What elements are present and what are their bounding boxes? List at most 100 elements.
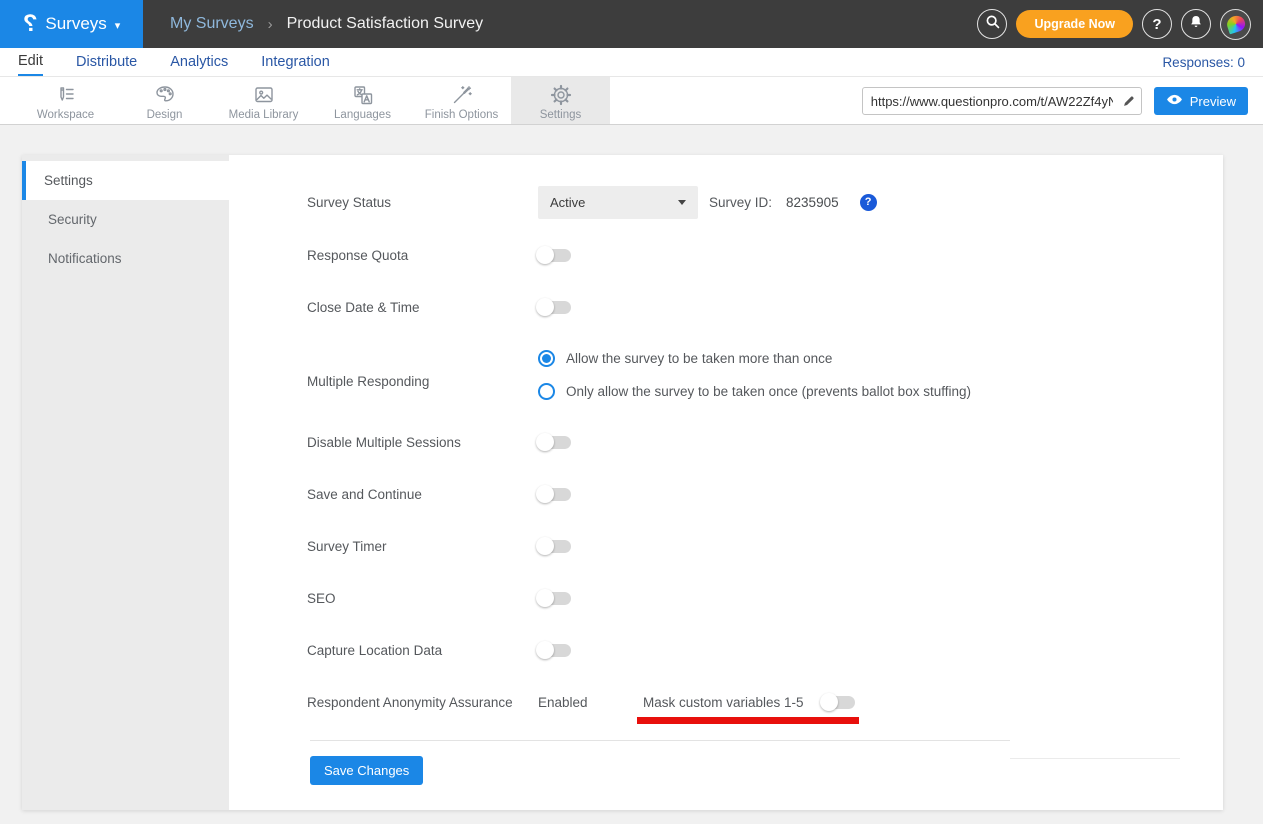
- survey-status-select[interactable]: Active: [538, 186, 698, 219]
- capture-location-label: Capture Location Data: [307, 643, 538, 658]
- divider-secondary: [1010, 758, 1180, 759]
- survey-timer-row: Survey Timer: [307, 529, 1203, 563]
- radio-option-label[interactable]: Allow the survey to be taken more than o…: [566, 351, 832, 366]
- tab-distribute[interactable]: Distribute: [76, 48, 137, 76]
- survey-status-row: Survey Status Active Survey ID: 8235905 …: [307, 185, 1203, 219]
- save-and-continue-toggle[interactable]: [538, 488, 571, 501]
- settings-card: Settings Security Notifications Survey S…: [22, 155, 1223, 810]
- divider: [310, 740, 1010, 741]
- toggle-knob: [536, 485, 554, 503]
- toggle-knob: [820, 693, 838, 711]
- breadcrumb-current-survey: Product Satisfaction Survey: [287, 15, 484, 33]
- capture-location-toggle[interactable]: [538, 644, 571, 657]
- top-header: ? Surveys ▾ My Surveys › Product Satisfa…: [0, 0, 1263, 48]
- survey-url-input[interactable]: [863, 94, 1117, 109]
- toolbar-tab-design[interactable]: Design: [115, 77, 214, 124]
- product-switcher[interactable]: ? Surveys ▾: [0, 0, 143, 48]
- header-actions: Upgrade Now ?: [977, 0, 1251, 48]
- survey-nav: Edit Distribute Analytics Integration Re…: [0, 48, 1263, 77]
- mask-custom-variables-label: Mask custom variables 1-5: [643, 695, 822, 710]
- disable-multiple-sessions-label: Disable Multiple Sessions: [307, 435, 538, 450]
- notifications-button[interactable]: [1181, 9, 1211, 39]
- anonymity-status: Enabled: [538, 695, 643, 710]
- seo-label: SEO: [307, 591, 538, 606]
- survey-url-box: [862, 87, 1142, 115]
- responses-count[interactable]: Responses: 0: [1162, 48, 1245, 76]
- toggle-knob: [536, 641, 554, 659]
- survey-id-label: Survey ID:: [709, 195, 772, 210]
- tab-analytics[interactable]: Analytics: [170, 48, 228, 76]
- toolbar-tab-media-library[interactable]: Media Library: [214, 77, 313, 124]
- survey-timer-toggle[interactable]: [538, 540, 571, 553]
- close-date-toggle[interactable]: [538, 301, 571, 314]
- capture-location-row: Capture Location Data: [307, 633, 1203, 667]
- radio-button-unselected[interactable]: [538, 383, 555, 400]
- anonymity-row: Respondent Anonymity Assurance Enabled M…: [307, 685, 1203, 719]
- toggle-knob: [536, 246, 554, 264]
- settings-page: Settings Security Notifications Survey S…: [0, 125, 1263, 810]
- toolbar-tab-workspace[interactable]: Workspace: [16, 77, 115, 124]
- gear-icon: [549, 83, 573, 107]
- multiple-responding-label: Multiple Responding: [307, 374, 538, 389]
- chevron-down-icon: ▾: [115, 19, 121, 32]
- sidebar-item-settings[interactable]: Settings: [22, 161, 229, 200]
- preview-button[interactable]: Preview: [1154, 87, 1248, 115]
- response-quota-label: Response Quota: [307, 248, 538, 263]
- toolbar-tab-label: Finish Options: [425, 109, 499, 121]
- multiple-responding-option-1: Allow the survey to be taken more than o…: [538, 341, 1203, 375]
- palette-icon: [153, 83, 177, 107]
- tab-edit[interactable]: Edit: [18, 48, 43, 76]
- help-button[interactable]: ?: [1142, 9, 1172, 39]
- workspace-icon: [54, 83, 78, 107]
- search-button[interactable]: [977, 9, 1007, 39]
- radio-option-label[interactable]: Only allow the survey to be taken once (…: [566, 384, 971, 399]
- sidebar-item-security[interactable]: Security: [22, 200, 229, 239]
- nav-tabs: Edit Distribute Analytics Integration: [18, 48, 330, 76]
- disable-multiple-sessions-toggle[interactable]: [538, 436, 571, 449]
- response-quota-row: Response Quota: [307, 238, 1203, 272]
- avatar-logo-icon: [1224, 14, 1246, 35]
- seo-toggle[interactable]: [538, 592, 571, 605]
- toolbar-right: Preview: [862, 77, 1248, 125]
- eye-icon: [1166, 93, 1183, 109]
- toolbar-tabs: Workspace Design Media Library Languages…: [16, 77, 610, 124]
- survey-status-label: Survey Status: [307, 195, 538, 210]
- close-date-label: Close Date & Time: [307, 300, 538, 315]
- sidebar-item-notifications[interactable]: Notifications: [22, 239, 229, 278]
- product-name: Surveys: [45, 14, 106, 34]
- toggle-knob: [536, 589, 554, 607]
- response-quota-toggle[interactable]: [538, 249, 571, 262]
- survey-id-value: 8235905: [786, 195, 839, 210]
- toggle-knob: [536, 298, 554, 316]
- red-highlight-annotation: [637, 717, 859, 724]
- avatar[interactable]: [1220, 9, 1251, 40]
- bell-icon: [1188, 14, 1204, 35]
- seo-row: SEO: [307, 581, 1203, 615]
- upgrade-now-button[interactable]: Upgrade Now: [1016, 10, 1133, 38]
- save-and-continue-label: Save and Continue: [307, 487, 538, 502]
- toolbar-tab-finish-options[interactable]: Finish Options: [412, 77, 511, 124]
- breadcrumb-separator-icon: ›: [268, 16, 273, 33]
- multiple-responding-option-2: Only allow the survey to be taken once (…: [538, 374, 1203, 408]
- disable-multiple-sessions-row: Disable Multiple Sessions: [307, 425, 1203, 459]
- preview-label: Preview: [1190, 94, 1236, 109]
- toolbar-tab-label: Design: [147, 109, 183, 121]
- save-and-continue-row: Save and Continue: [307, 477, 1203, 511]
- mask-custom-variables-toggle[interactable]: [822, 696, 855, 709]
- edit-url-pencil-icon[interactable]: [1117, 94, 1141, 108]
- questionpro-logo-icon: ?: [23, 12, 38, 36]
- image-icon: [252, 83, 276, 107]
- breadcrumb: My Surveys › Product Satisfaction Survey: [143, 0, 483, 48]
- toolbar-tab-label: Languages: [334, 109, 391, 121]
- survey-timer-label: Survey Timer: [307, 539, 538, 554]
- toolbar-tab-languages[interactable]: Languages: [313, 77, 412, 124]
- toolbar-tab-settings[interactable]: Settings: [511, 77, 610, 124]
- toggle-knob: [536, 433, 554, 451]
- save-changes-button[interactable]: Save Changes: [310, 756, 423, 785]
- tab-integration[interactable]: Integration: [261, 48, 330, 76]
- breadcrumb-my-surveys[interactable]: My Surveys: [170, 15, 254, 33]
- survey-id-help-icon[interactable]: ?: [860, 194, 877, 211]
- edit-toolbar: Workspace Design Media Library Languages…: [0, 77, 1263, 125]
- radio-button-selected[interactable]: [538, 350, 555, 367]
- chevron-down-icon: [678, 200, 686, 205]
